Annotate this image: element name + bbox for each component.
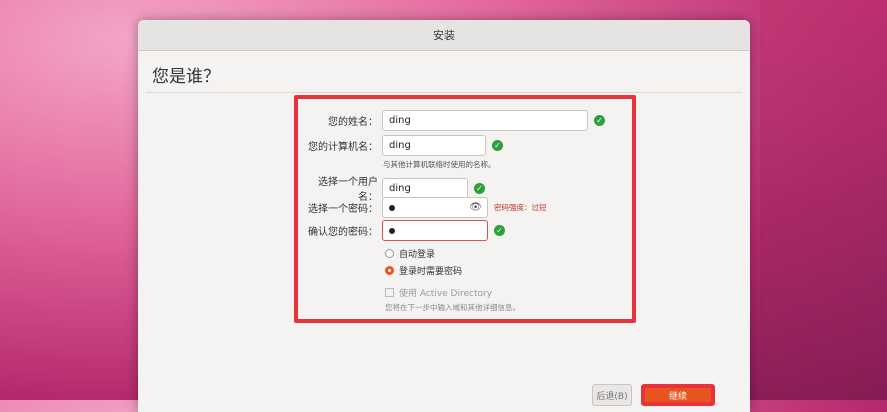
confirm-password-field[interactable] <box>382 220 488 241</box>
radio-button[interactable] <box>385 249 394 258</box>
password-field[interactable]: 👁 <box>382 197 488 218</box>
check-icon: ✓ <box>474 182 485 194</box>
computer-name-field[interactable]: ding <box>382 135 486 156</box>
computer-value: ding <box>389 140 411 151</box>
auto-login-option[interactable]: 自动登录 <box>385 247 435 260</box>
window-title: 安装 <box>433 29 455 42</box>
ad-hint: 您将在下一步中输入域和其他详细信息。 <box>385 303 520 312</box>
confirm-label: 确认您的密码： <box>308 227 378 238</box>
checkbox[interactable] <box>385 288 394 297</box>
password-strength: 密码强度：过短 <box>494 203 547 212</box>
password-label: 选择一个密码： <box>308 204 378 215</box>
name-row: 您的姓名： ding ✓ <box>302 110 605 131</box>
check-icon: ✓ <box>594 115 605 126</box>
computer-label: 您的计算机名： <box>308 142 378 153</box>
continue-button[interactable]: 继续 <box>641 384 715 406</box>
require-password-option[interactable]: 登录时需要密码 <box>385 264 462 277</box>
require-password-label: 登录时需要密码 <box>399 267 463 277</box>
check-icon: ✓ <box>492 140 503 151</box>
username-field[interactable]: ding <box>382 177 468 199</box>
password-dot <box>389 227 395 234</box>
name-field[interactable]: ding <box>382 110 588 131</box>
active-directory-label: 使用 Active Directory <box>399 289 493 299</box>
eye-icon[interactable]: 👁 <box>469 202 482 213</box>
name-label: 您的姓名： <box>328 117 378 128</box>
window-titlebar: 安装 <box>138 20 750 51</box>
computer-row: 您的计算机名： ding ✓ <box>302 135 503 156</box>
check-icon: ✓ <box>494 225 505 236</box>
computer-hint: 与其他计算机联络时使用的名称。 <box>383 160 496 169</box>
radio-button-checked[interactable] <box>385 266 394 275</box>
password-dot <box>389 204 395 211</box>
page-title: 您是谁？ <box>152 67 220 87</box>
auto-login-label: 自动登录 <box>399 250 436 260</box>
divider <box>146 92 742 93</box>
name-value: ding <box>389 115 411 126</box>
password-row: 选择一个密码： 👁 密码强度：过短 <box>302 197 547 218</box>
active-directory-option[interactable]: 使用 Active Directory <box>385 286 492 299</box>
desktop-background <box>760 0 887 400</box>
username-value: ding <box>389 182 411 194</box>
confirm-row: 确认您的密码： ✓ <box>302 220 505 241</box>
back-button[interactable]: 后退(B) <box>592 384 632 406</box>
